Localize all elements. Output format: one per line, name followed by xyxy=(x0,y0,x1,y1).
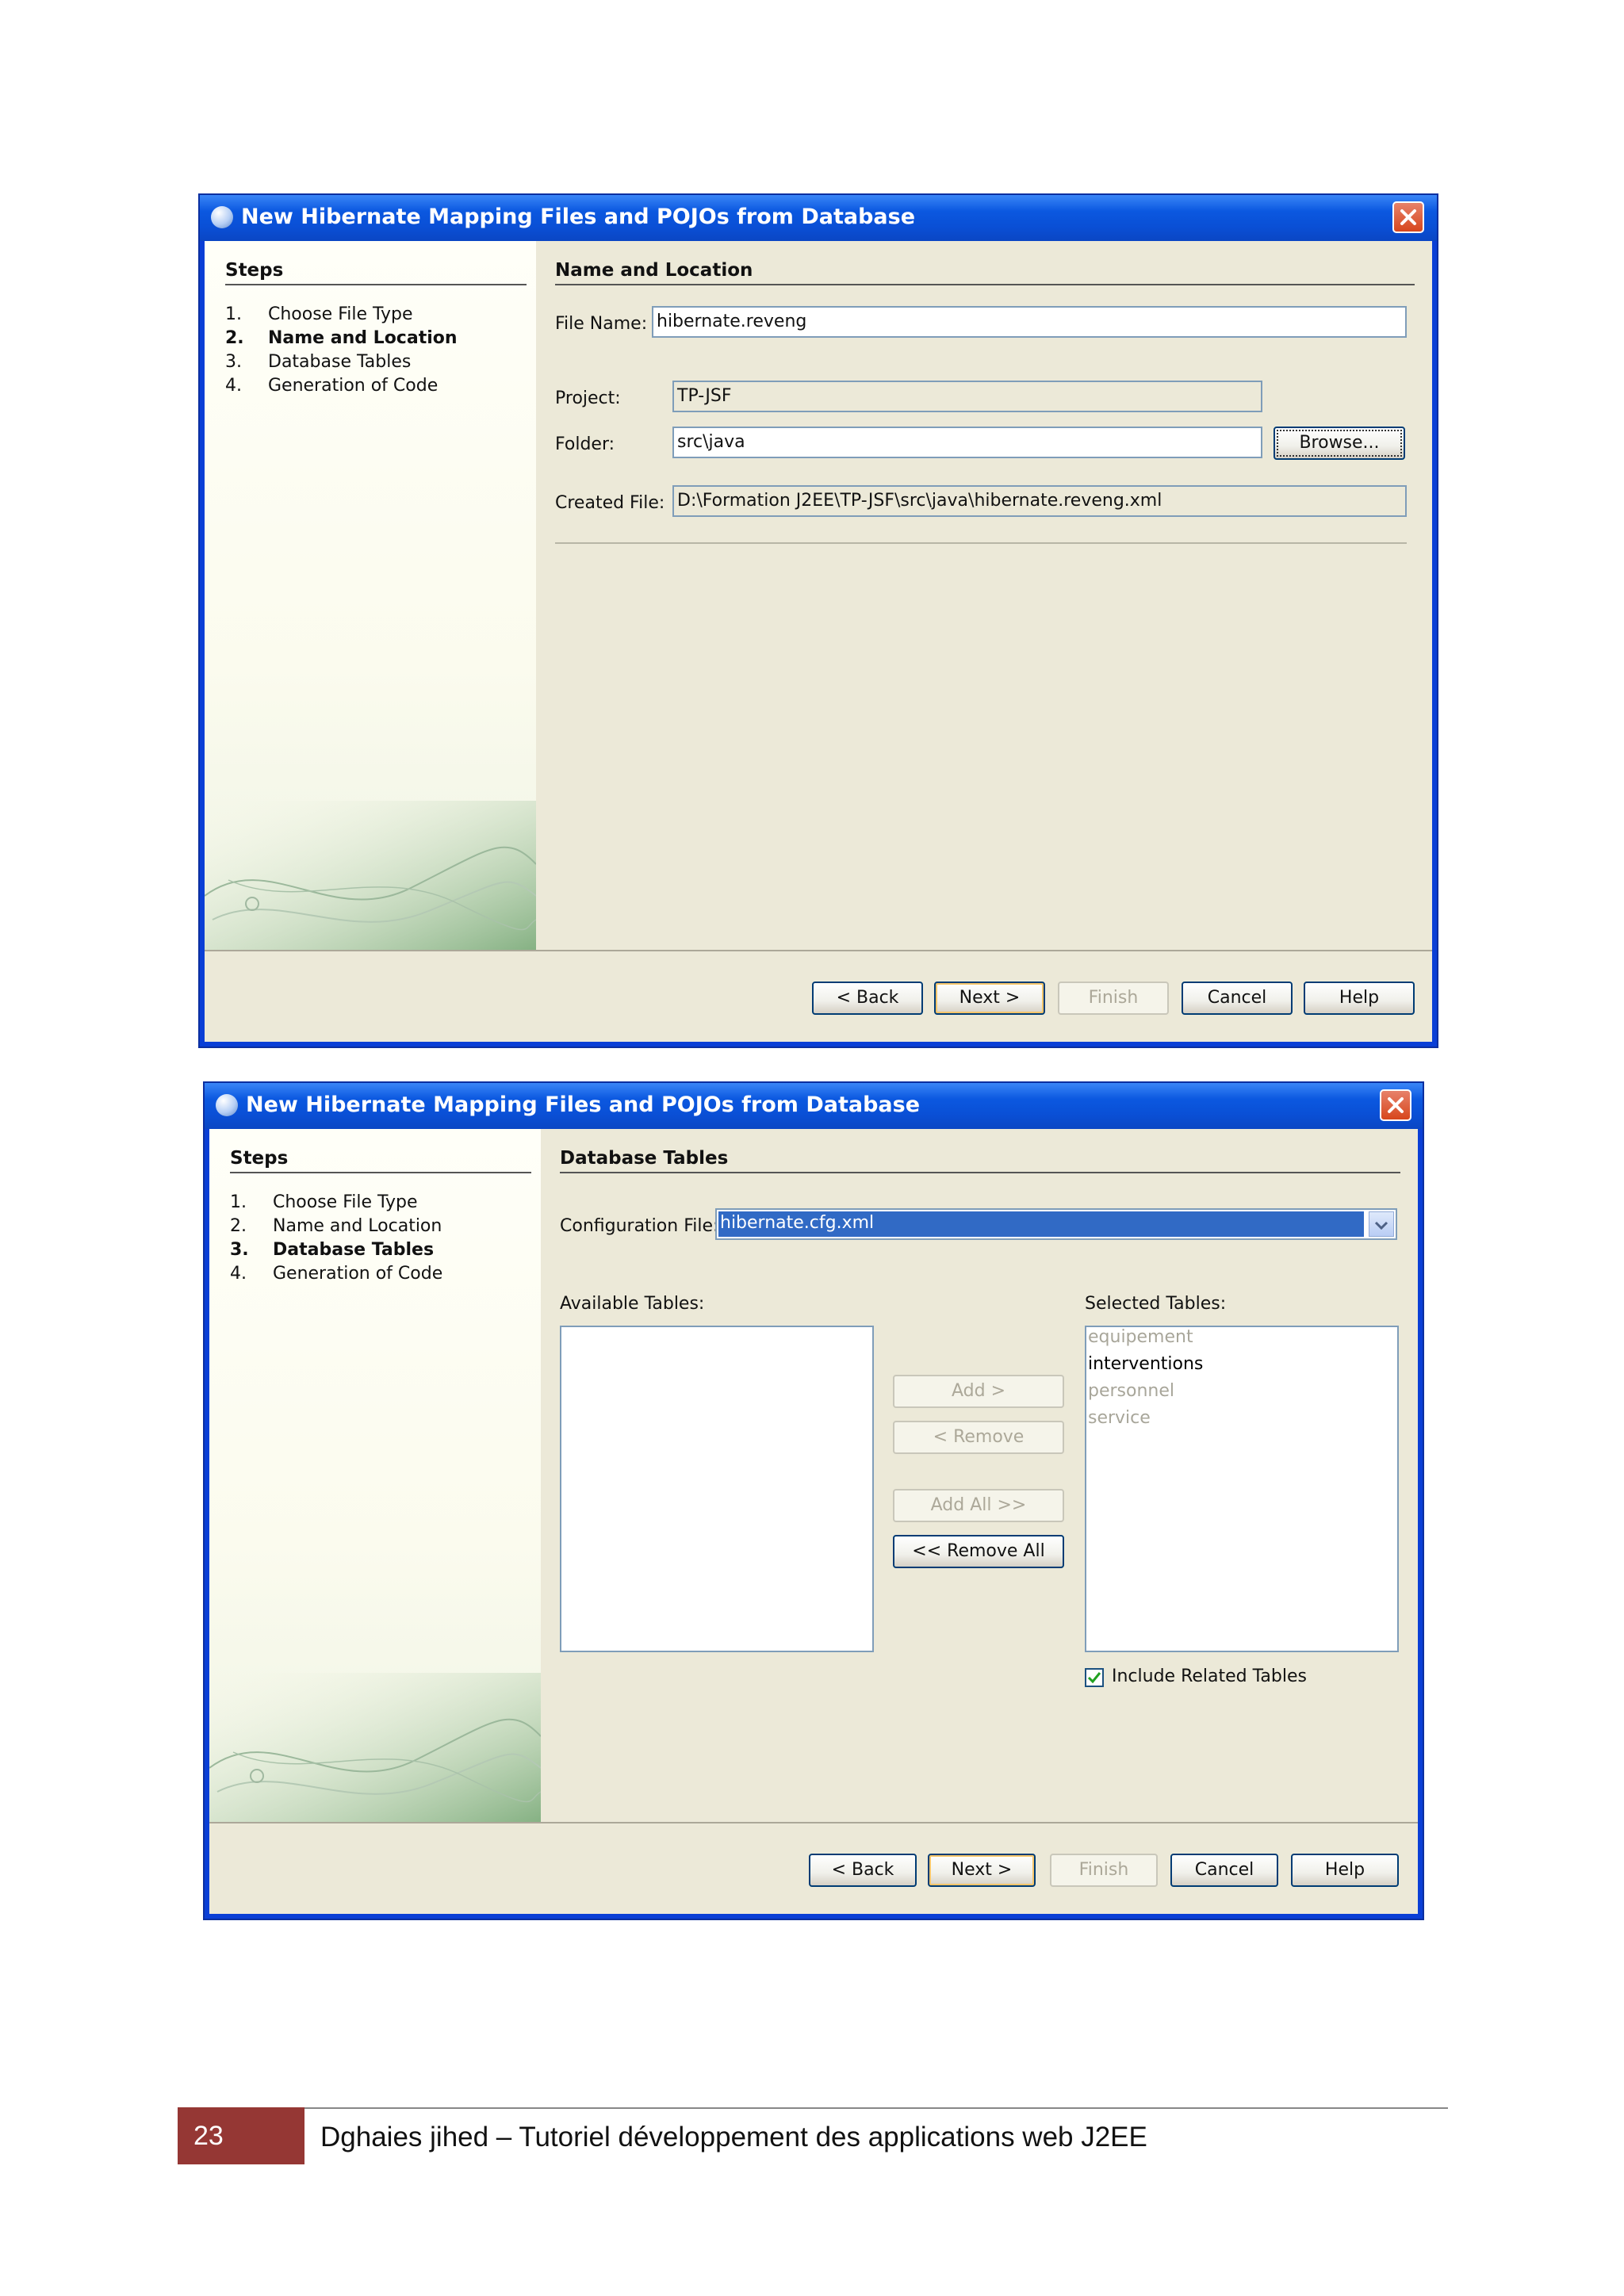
netbeans-cube-icon xyxy=(216,1094,238,1116)
page-number: 23 xyxy=(178,2107,304,2164)
add-button[interactable]: Add > xyxy=(893,1375,1064,1408)
folder-input[interactable]: src\java xyxy=(672,427,1262,458)
project-label: Project: xyxy=(555,388,621,408)
window-title: New Hibernate Mapping Files and POJOs fr… xyxy=(241,205,916,229)
window-title: New Hibernate Mapping Files and POJOs fr… xyxy=(246,1093,921,1117)
file-name-label: File Name: xyxy=(555,314,648,334)
steps-panel: Steps 1. Choose File Type 2. Name and Loca… xyxy=(209,1129,541,1823)
cancel-button[interactable]: Cancel xyxy=(1182,982,1293,1015)
finish-button[interactable]: Finish xyxy=(1050,1854,1158,1887)
step-item: 1. Choose File Type xyxy=(230,1192,418,1212)
next-button[interactable]: Next > xyxy=(934,982,1045,1015)
steps-list: 1. Choose File Type 2. Name and Location 3… xyxy=(230,1192,442,1288)
step-item: 4. Generation of Code xyxy=(230,1264,443,1284)
close-icon[interactable] xyxy=(1392,201,1424,233)
dialog-body: Steps 1. Choose File Type 2. Name and Loca… xyxy=(205,241,1432,1042)
list-item[interactable]: interventions xyxy=(1086,1354,1397,1381)
remove-all-button[interactable]: << Remove All xyxy=(893,1535,1064,1568)
separator xyxy=(555,542,1407,544)
back-button[interactable]: < Back xyxy=(812,982,923,1015)
steps-panel: Steps 1. Choose File Type 2. Name and Loca… xyxy=(205,241,536,951)
title-bar[interactable]: New Hibernate Mapping Files and POJOs fr… xyxy=(200,195,1437,241)
decorative-swirl-graphic xyxy=(205,801,536,951)
wizard-button-bar: < Back Next > Finish Cancel Help xyxy=(205,950,1432,1042)
footer-rule xyxy=(178,2107,1448,2109)
help-button[interactable]: Help xyxy=(1304,982,1415,1015)
close-icon[interactable] xyxy=(1380,1089,1411,1121)
steps-list: 1. Choose File Type 2. Name and Location 3… xyxy=(225,304,458,400)
list-item[interactable]: personnel xyxy=(1086,1381,1397,1408)
back-button[interactable]: < Back xyxy=(809,1854,917,1887)
configuration-file-label: Configuration File: xyxy=(560,1216,719,1236)
remove-button[interactable]: < Remove xyxy=(893,1421,1064,1454)
browse-button[interactable]: Browse... xyxy=(1274,427,1405,460)
step-item: 4. Generation of Code xyxy=(225,376,439,396)
decorative-swirl-graphic xyxy=(209,1673,541,1823)
created-file-field: D:\Formation J2EE\TP-JSF\src\java\hibern… xyxy=(672,485,1407,517)
list-item[interactable]: service xyxy=(1086,1408,1397,1435)
list-item[interactable]: equipement xyxy=(1086,1327,1397,1354)
include-related-checkbox[interactable] xyxy=(1085,1668,1104,1687)
selected-tables-list[interactable]: equipement interventions personnel servi… xyxy=(1085,1326,1399,1652)
chevron-down-icon[interactable] xyxy=(1369,1211,1394,1237)
include-related-label: Include Related Tables xyxy=(1112,1667,1307,1686)
cancel-button[interactable]: Cancel xyxy=(1170,1854,1278,1887)
steps-heading: Steps xyxy=(230,1148,531,1173)
panel-heading: Name and Location xyxy=(555,260,1415,285)
add-all-button[interactable]: Add All >> xyxy=(893,1489,1064,1522)
step-item: 3. Database Tables xyxy=(225,352,412,372)
dialog-name-location: New Hibernate Mapping Files and POJOs fr… xyxy=(198,193,1438,1048)
step-item-current: 2. Name and Location xyxy=(225,328,458,348)
available-tables-label: Available Tables: xyxy=(560,1294,705,1314)
project-field: TP-JSF xyxy=(672,381,1262,412)
dialog-database-tables: New Hibernate Mapping Files and POJOs fr… xyxy=(203,1081,1424,1920)
wizard-button-bar: < Back Next > Finish Cancel Help xyxy=(209,1822,1418,1914)
configuration-file-value: hibernate.cfg.xml xyxy=(718,1211,1364,1237)
created-file-label: Created File: xyxy=(555,493,665,513)
dialog-body: Steps 1. Choose File Type 2. Name and Loca… xyxy=(209,1129,1418,1914)
step-item: 2. Name and Location xyxy=(230,1216,442,1236)
file-name-input[interactable]: hibernate.reveng xyxy=(652,306,1407,338)
panel-heading: Database Tables xyxy=(560,1148,1400,1173)
available-tables-list[interactable] xyxy=(560,1326,874,1652)
steps-heading: Steps xyxy=(225,260,527,285)
help-button[interactable]: Help xyxy=(1291,1854,1399,1887)
checkmark-icon xyxy=(1087,1672,1101,1684)
next-button[interactable]: Next > xyxy=(928,1854,1036,1887)
title-bar[interactable]: New Hibernate Mapping Files and POJOs fr… xyxy=(205,1083,1423,1129)
selected-tables-label: Selected Tables: xyxy=(1085,1294,1227,1314)
footer-text: Dghaies jihed – Tutoriel développement d… xyxy=(320,2122,1147,2152)
database-tables-panel: Database Tables Configuration File: hibe… xyxy=(541,1129,1418,1823)
folder-label: Folder: xyxy=(555,434,615,454)
name-location-panel: Name and Location File Name: hibernate.r… xyxy=(536,241,1432,951)
configuration-file-select[interactable]: hibernate.cfg.xml xyxy=(715,1208,1397,1240)
finish-button[interactable]: Finish xyxy=(1058,982,1169,1015)
step-item-current: 3. Database Tables xyxy=(230,1240,435,1260)
step-item: 1. Choose File Type xyxy=(225,304,413,324)
netbeans-cube-icon xyxy=(211,206,233,228)
